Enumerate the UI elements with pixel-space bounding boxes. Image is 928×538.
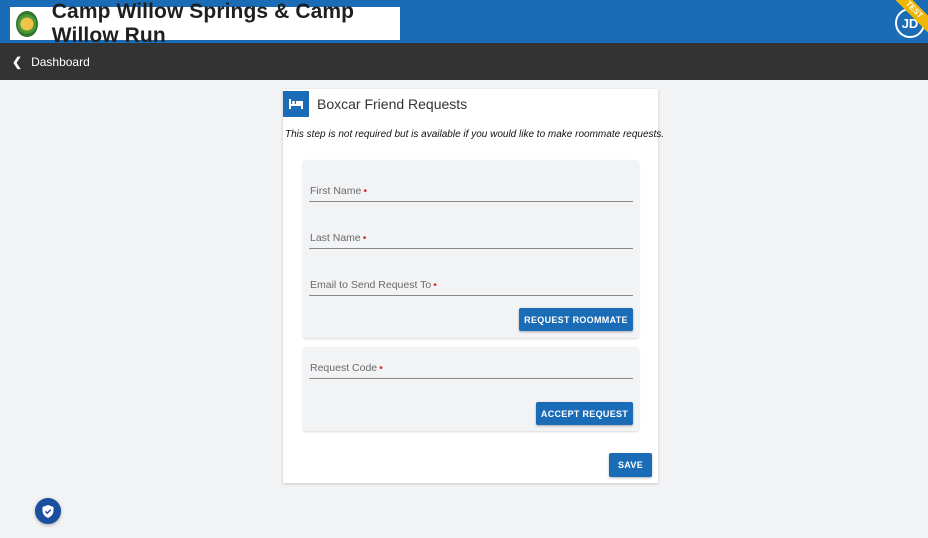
accept-request-button[interactable]: ACCEPT REQUEST [536, 402, 633, 425]
card-header: Boxcar Friend Requests [283, 89, 467, 117]
accept-request-panel: Request Code • ACCEPT REQUEST [303, 347, 639, 431]
email-field[interactable]: Email to Send Request To • [309, 274, 633, 296]
optional-step-note: This step is not required but is availab… [285, 129, 665, 140]
last-name-field[interactable]: Last Name • [309, 227, 633, 249]
first-name-label: First Name • [310, 185, 367, 197]
navigation-bar: ❮ Dashboard [0, 43, 928, 80]
chevron-left-icon: ❮ [12, 54, 23, 69]
required-marker: • [362, 232, 367, 244]
request-code-label-text: Request Code [310, 362, 378, 374]
security-badge-button[interactable] [35, 498, 61, 524]
card-title: Boxcar Friend Requests [317, 96, 468, 112]
first-name-label-text: First Name [310, 185, 362, 197]
required-marker: • [379, 362, 383, 374]
email-label-text: Email to Send Request To [310, 279, 432, 291]
bed-icon [283, 91, 309, 117]
camp-logo-icon [16, 10, 38, 37]
request-roommate-button[interactable]: REQUEST ROOMMATE [519, 308, 633, 331]
request-code-field[interactable]: Request Code • [309, 357, 633, 379]
last-name-label-text: Last Name [310, 232, 361, 244]
app-title: Camp Willow Springs & Camp Willow Run [51, 0, 355, 47]
save-button[interactable]: SAVE [609, 453, 652, 477]
back-label: Dashboard [31, 54, 90, 69]
last-name-label: Last Name • [310, 232, 366, 244]
first-name-field[interactable]: First Name • [309, 180, 633, 202]
back-to-dashboard-link[interactable]: ❮ Dashboard [12, 55, 90, 69]
brand[interactable]: Camp Willow Springs & Camp Willow Run [10, 0, 400, 47]
email-label: Email to Send Request To • [310, 279, 437, 291]
boxcar-requests-card: Boxcar Friend Requests This step is not … [283, 89, 664, 483]
required-marker: • [363, 185, 368, 197]
request-code-label: Request Code • [310, 362, 383, 374]
request-roommate-panel: First Name • Last Name • Email to Send Req… [303, 160, 639, 338]
app-header: Camp Willow Springs & Camp Willow Run JD… [0, 0, 928, 47]
required-marker: • [433, 279, 437, 291]
shield-check-icon [42, 504, 54, 518]
